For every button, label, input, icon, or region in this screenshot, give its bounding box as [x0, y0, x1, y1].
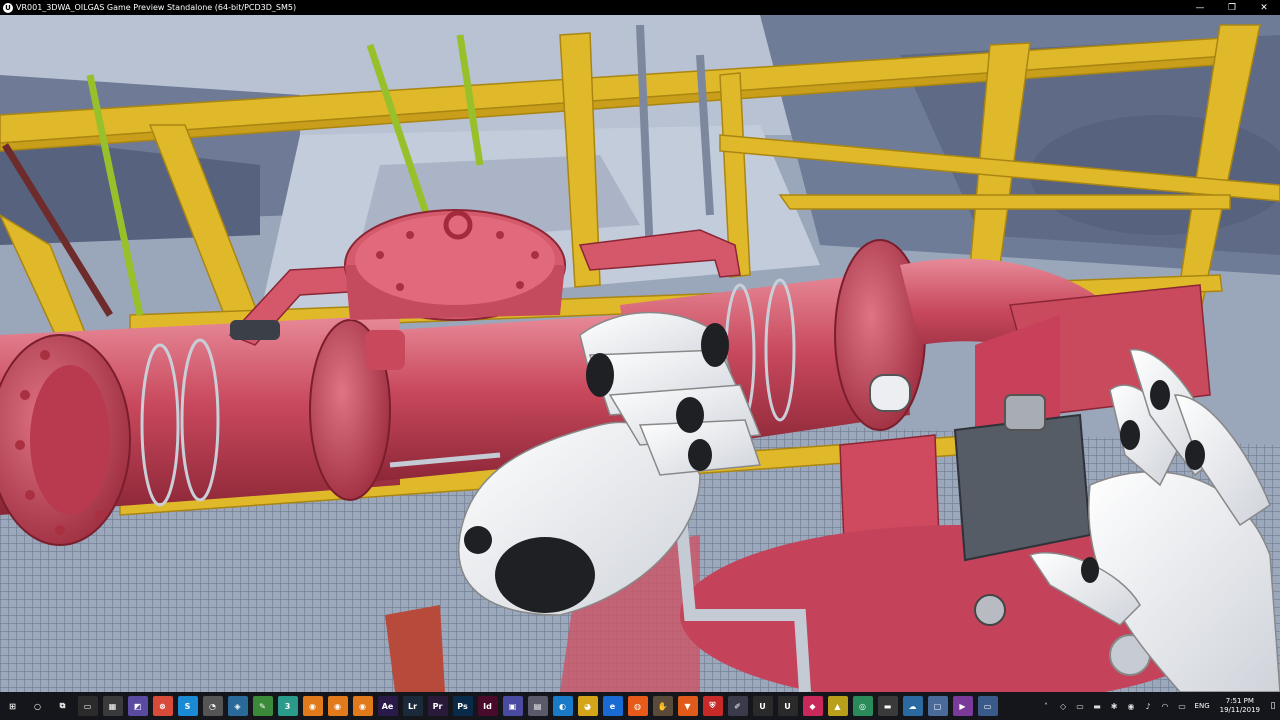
taskbar: ⊞ ○ ⧉ ▭ ▦ ◩ ⊗ S ◔ ◈ ✎ 3 ◉ ◉ ◉ Ae Lr Pr Ps Id ▣ ▤ ◐ ◕ e ◍ ✋ ▼ ⛨ ✐ U U ◆ ▲ ◎… — [0, 692, 1280, 720]
folder-tray-icon[interactable]: ▬ — [1090, 696, 1104, 716]
notification-icon[interactable]: ▯ — [1266, 696, 1280, 716]
language-indicator[interactable]: ENG — [1195, 702, 1210, 710]
clock-date: 19/11/2019 — [1219, 706, 1260, 714]
media-app-icon[interactable]: ▶ — [952, 696, 973, 716]
monitor-tray-icon[interactable]: ▭ — [1073, 696, 1087, 716]
taskbar-clock[interactable]: 7:51 PM 19/11/2019 — [1220, 697, 1260, 715]
ie-icon[interactable]: e — [602, 696, 623, 716]
wifi-icon[interactable]: ◠ — [1158, 696, 1172, 716]
unreal-engine-icon: U — [3, 2, 13, 13]
app-red-icon[interactable]: ⊗ — [152, 696, 173, 716]
game-preview-window: U VR001_3DWA_OILGAS Game Preview Standal… — [0, 0, 1280, 720]
globe-app-icon[interactable]: ◎ — [852, 696, 873, 716]
premiere-icon[interactable]: Pr — [427, 696, 448, 716]
indesign-icon[interactable]: Id — [477, 696, 498, 716]
clock-time: 7:51 PM — [1225, 697, 1254, 705]
firefox-icon[interactable]: ◍ — [627, 696, 648, 716]
dropbox-icon[interactable]: ◇ — [1056, 696, 1070, 716]
color-tray-icon[interactable]: ◉ — [1124, 696, 1138, 716]
start-button[interactable]: ⊞ — [2, 696, 23, 716]
blender-icon[interactable]: ◉ — [302, 696, 323, 716]
notepad-icon[interactable]: ✎ — [252, 696, 273, 716]
search-icon[interactable]: ○ — [27, 696, 48, 716]
window-title: VR001_3DWA_OILGAS Game Preview Standalon… — [16, 3, 297, 12]
maximize-button[interactable]: ❐ — [1216, 0, 1248, 15]
minimize-button[interactable]: — — [1184, 0, 1216, 15]
photos-icon[interactable]: ◩ — [127, 696, 148, 716]
calculator-icon[interactable]: ▦ — [102, 696, 123, 716]
lightroom-icon[interactable]: Lr — [402, 696, 423, 716]
brush-app-icon[interactable]: ✐ — [727, 696, 748, 716]
chrome-icon[interactable]: ◕ — [577, 696, 598, 716]
unreal-2-icon[interactable]: U — [777, 696, 798, 716]
shield-app-icon[interactable]: ⛨ — [702, 696, 723, 716]
blender-2-icon[interactable]: ◉ — [327, 696, 348, 716]
chevron-up-icon[interactable]: ˄ — [1039, 696, 1053, 716]
edge-icon[interactable]: ◐ — [552, 696, 573, 716]
hand-app-icon[interactable]: ✋ — [652, 696, 673, 716]
image-viewer-icon[interactable]: ▤ — [527, 696, 548, 716]
unreal-icon[interactable]: U — [752, 696, 773, 716]
vr-scene — [0, 15, 1280, 692]
brave-icon[interactable]: ▼ — [677, 696, 698, 716]
photoshop-icon[interactable]: Ps — [452, 696, 473, 716]
bluetooth-icon[interactable]: ✱ — [1107, 696, 1121, 716]
monitor-icon[interactable]: ▣ — [502, 696, 523, 716]
window-app-icon[interactable]: ▢ — [927, 696, 948, 716]
clock-app-icon[interactable]: ◔ — [202, 696, 223, 716]
3d-app-icon[interactable]: 3 — [277, 696, 298, 716]
window-title-bar[interactable]: U VR001_3DWA_OILGAS Game Preview Standal… — [0, 0, 1280, 15]
eraser-app-icon[interactable]: ◆ — [802, 696, 823, 716]
battery-icon[interactable]: ▭ — [1175, 696, 1189, 716]
warning-app-icon[interactable]: ▲ — [827, 696, 848, 716]
terminal-icon[interactable]: ▭ — [77, 696, 98, 716]
cloud-app-icon[interactable]: ☁ — [902, 696, 923, 716]
system-tray: ˄ ◇ ▭ ▬ ✱ ◉ ♪ ◠ ▭ — [1038, 696, 1191, 716]
task-view-icon[interactable]: ⧉ — [52, 696, 73, 716]
game-viewport[interactable] — [0, 15, 1280, 692]
close-button[interactable]: ✕ — [1248, 0, 1280, 15]
blender-3-icon[interactable]: ◉ — [352, 696, 373, 716]
skype-icon[interactable]: S — [177, 696, 198, 716]
taskbar-apps: ⊞ ○ ⧉ ▭ ▦ ◩ ⊗ S ◔ ◈ ✎ 3 ◉ ◉ ◉ Ae Lr Pr Ps Id ▣ ▤ ◐ ◕ e ◍ ✋ ▼ ⛨ ✐ U U ◆ ▲ ◎… — [0, 696, 1000, 716]
folder-icon[interactable]: ▬ — [877, 696, 898, 716]
open-window-icon[interactable]: ▭ — [977, 696, 998, 716]
speaker-icon[interactable]: ♪ — [1141, 696, 1155, 716]
network-icon[interactable]: ◈ — [227, 696, 248, 716]
ae-icon[interactable]: Ae — [377, 696, 398, 716]
